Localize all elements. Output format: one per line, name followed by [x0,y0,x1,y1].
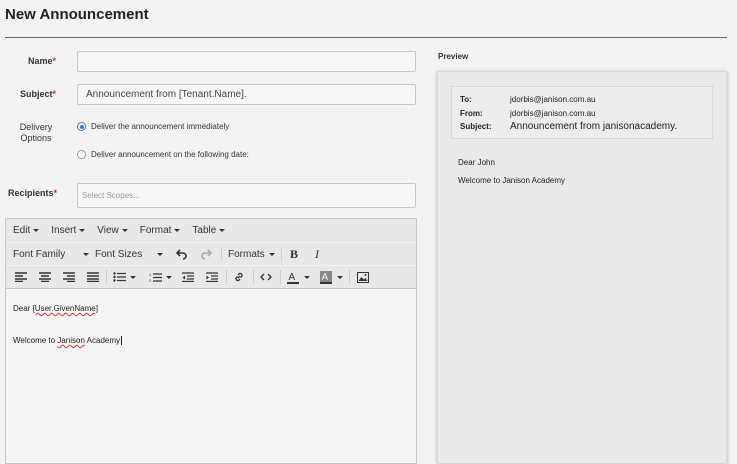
editor-toolbar-row1: Font Family Font Sizes Formats B I [6,243,416,265]
numbered-list-icon: 12 [148,270,162,284]
source-code-button[interactable] [259,266,273,288]
email-preview: To: jdorbis@janison.com.au From: jdorbis@j… [437,71,727,464]
toolbar-separator [253,270,254,284]
link-button[interactable] [232,266,246,288]
chevron-down-icon [268,252,275,256]
editor-line: Dear [User.GivenName] [13,304,98,313]
preview-label: Preview [438,52,469,61]
svg-text:A: A [289,272,296,283]
menu-format[interactable]: Format [140,225,181,236]
redo-icon [199,247,213,261]
undo-button[interactable] [175,243,189,265]
svg-text:2: 2 [149,278,152,283]
menu-view[interactable]: View [97,225,128,236]
background-color-icon: A [319,270,333,284]
chevron-down-icon [304,275,310,279]
menu-table[interactable]: Table [192,225,226,236]
title-divider [5,37,727,38]
align-center-icon [38,270,52,284]
bullet-list-icon [112,270,126,284]
toolbar-separator [221,247,222,261]
radio-unselected[interactable] [77,150,86,159]
outdent-button[interactable] [181,266,195,288]
editor-content[interactable]: Dear [User.GivenName] Welcome to Janison… [13,303,123,347]
align-right-icon [62,270,76,284]
align-center-button[interactable] [38,266,52,288]
chevron-down-icon [219,229,226,232]
radio-selected[interactable] [77,122,86,131]
chevron-down-icon [157,252,163,256]
toolbar-separator [281,247,282,261]
toolbar-separator [226,270,227,284]
preview-body-line: Welcome to Janison Academy [458,176,566,185]
subject-input[interactable]: Announcement from [Tenant.Name]. [77,84,416,105]
formats-select[interactable]: Formats [228,243,275,265]
undo-icon [175,247,189,261]
recipients-label: Recipients* [8,188,58,198]
italic-icon: I [315,246,319,261]
align-right-button[interactable] [62,266,76,288]
bold-icon: B [289,246,298,261]
insert-image-button[interactable] [356,266,370,288]
page-title: New Announcement [5,6,149,23]
name-label: Name* [27,56,56,66]
align-left-button[interactable] [14,266,28,288]
font-family-select[interactable]: Font Family [13,243,89,265]
subject-label: Subject* [19,89,56,99]
chevron-down-icon [174,229,181,232]
indent-icon [205,270,219,284]
outdent-icon [181,270,195,284]
toolbar-separator [349,270,350,284]
preview-header: To: jdorbis@janison.com.au From: jdorbis@j… [451,86,713,139]
chevron-down-icon [166,275,172,279]
rich-text-editor: Edit Insert View Format Table Font Famil… [5,218,417,464]
background-color-button[interactable]: A [319,266,343,288]
menu-edit[interactable]: Edit [13,225,40,236]
font-sizes-select[interactable]: Font Sizes [95,243,163,265]
numbered-list-button[interactable]: 12 [148,266,172,288]
chevron-down-icon [130,275,136,279]
redo-button[interactable] [199,243,213,265]
image-icon [356,270,370,284]
deliver-immediately-option[interactable]: Deliver the announcement immediately [77,122,229,131]
bold-button[interactable]: B [287,243,301,265]
delivery-options-label: Delivery Options [19,122,53,143]
chevron-down-icon [33,229,40,232]
toolbar-separator [280,270,281,284]
deliver-on-date-option[interactable]: Deliver announcement on the following da… [77,150,249,159]
bullet-list-button[interactable] [112,266,136,288]
italic-button[interactable]: I [310,243,324,265]
chevron-down-icon [337,275,343,279]
menu-insert[interactable]: Insert [51,225,86,236]
link-icon [232,270,246,284]
code-icon [259,270,273,284]
name-input[interactable] [77,51,416,72]
recipients-select[interactable]: Select Scopes... [77,183,416,208]
chevron-down-icon [121,229,128,232]
svg-text:1: 1 [149,272,152,277]
chevron-down-icon [79,229,86,232]
indent-button[interactable] [205,266,219,288]
toolbar-separator [106,270,107,284]
preview-body-line: Dear John [458,158,495,167]
text-cursor [121,336,123,345]
align-left-icon [14,270,28,284]
text-color-button[interactable]: A [286,266,310,288]
svg-text:A: A [322,272,329,283]
editor-toolbar-row2: 12 A A [6,266,416,289]
justify-button[interactable] [86,266,100,288]
justify-icon [86,270,100,284]
text-color-icon: A [286,270,300,284]
editor-menubar: Edit Insert View Format Table [6,219,416,242]
editor-line: Welcome to Janison Academy [13,336,123,345]
chevron-down-icon [83,252,89,256]
